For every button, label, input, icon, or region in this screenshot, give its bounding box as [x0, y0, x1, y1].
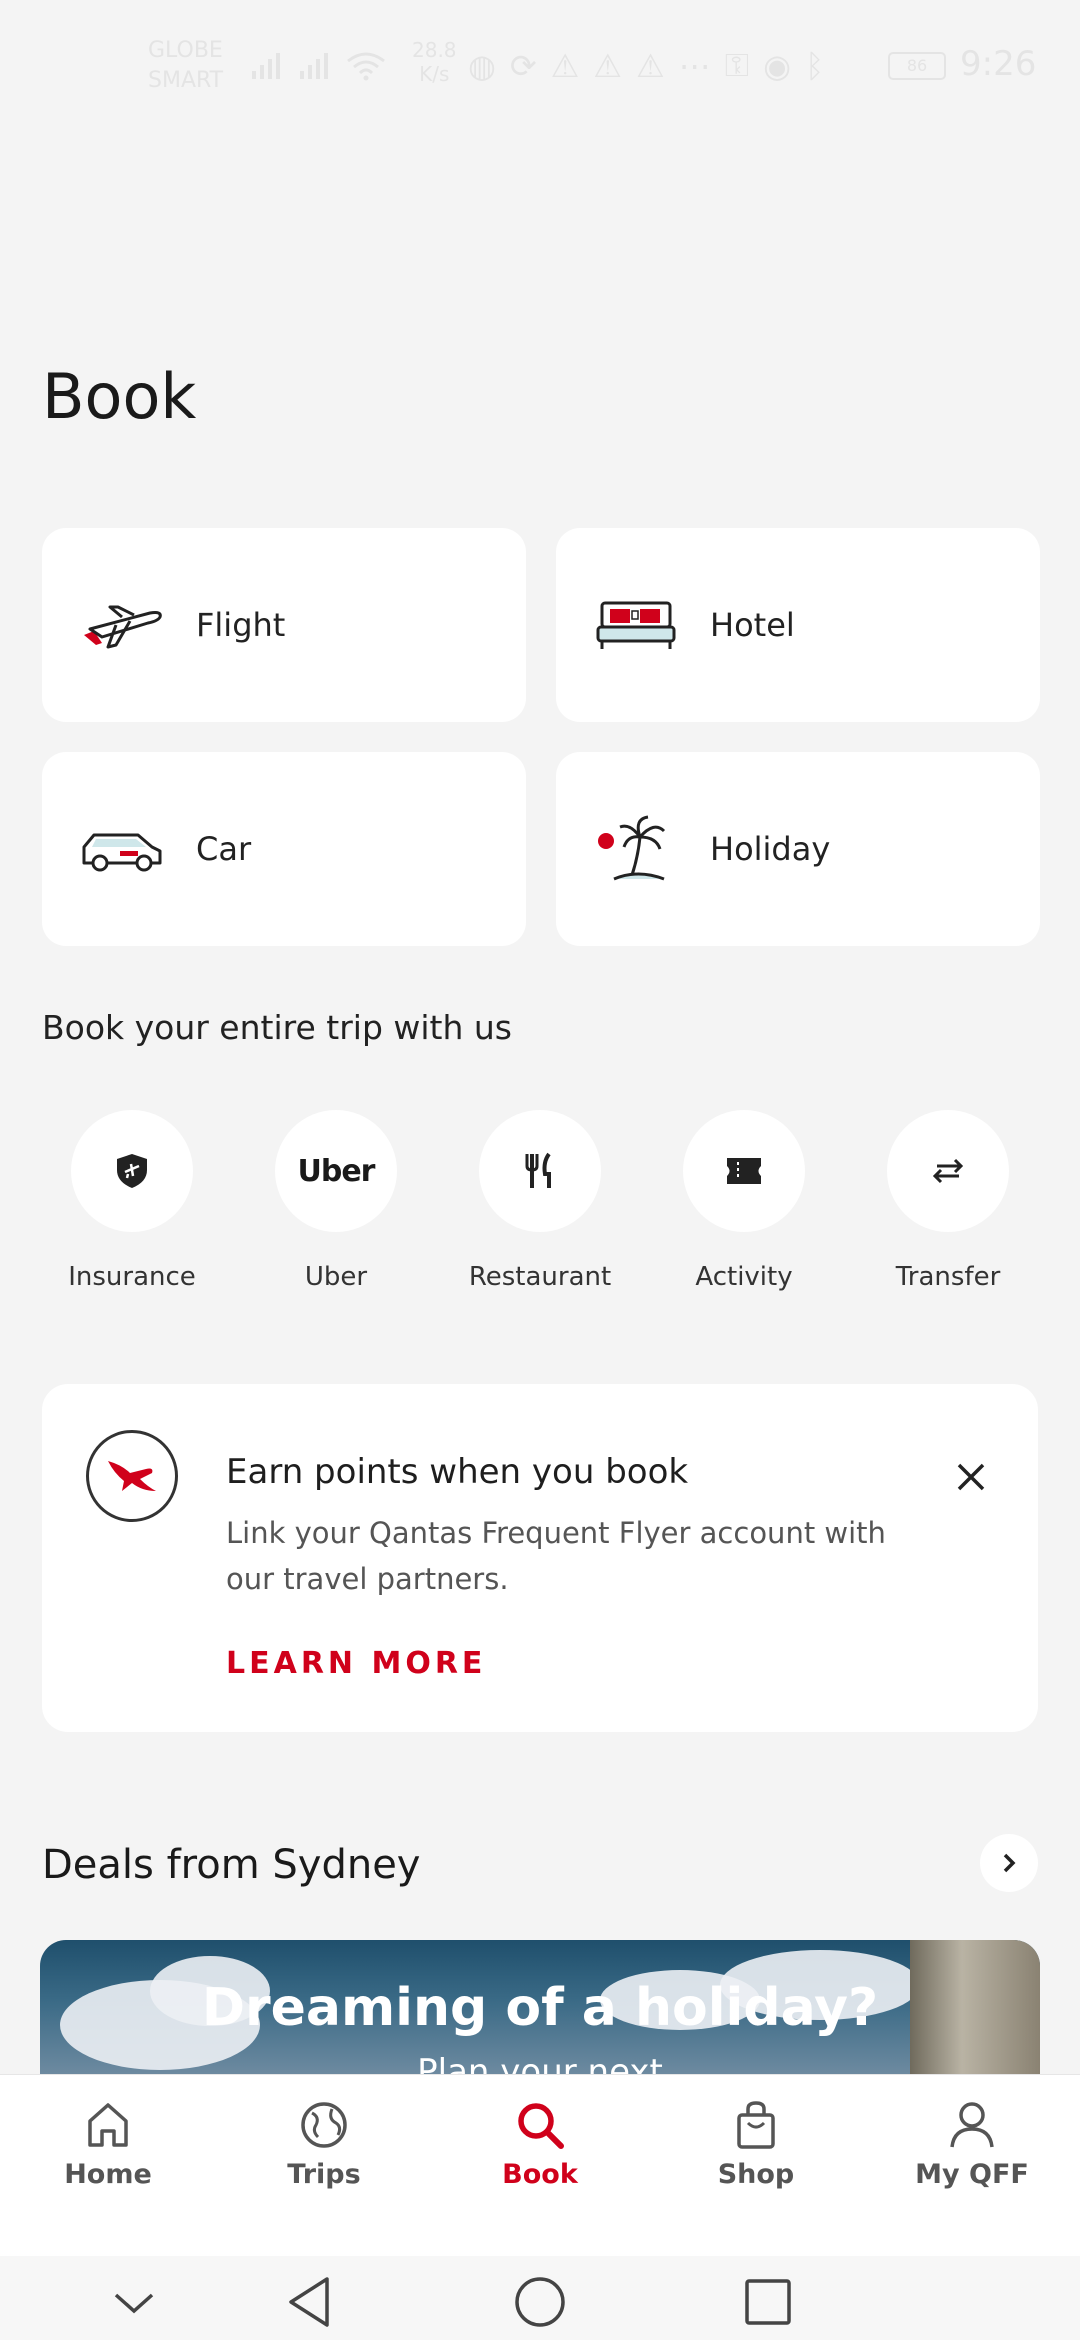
- search-icon: [518, 2103, 564, 2149]
- eye-icon: ◉: [763, 46, 792, 85]
- tile-label: Hotel: [710, 606, 795, 644]
- car-icon: [80, 819, 164, 879]
- extra-uber[interactable]: Uber Uber: [246, 1110, 426, 1292]
- extra-insurance[interactable]: Insurance: [42, 1110, 222, 1292]
- chevron-right-icon[interactable]: [980, 1834, 1038, 1892]
- wifi-icon: [347, 52, 385, 81]
- insurance-button[interactable]: [71, 1110, 193, 1232]
- tab-label: My QFF: [915, 2159, 1029, 2190]
- promo-body: Link your Qantas Frequent Flyer account …: [226, 1516, 886, 1596]
- network-speed: 28.8 K/s: [412, 38, 457, 86]
- tab-home[interactable]: Home: [0, 2075, 216, 2256]
- tab-shop[interactable]: Shop: [648, 2075, 864, 2256]
- promo-title: Earn points when you book: [226, 1452, 689, 1492]
- tab-label: Trips: [287, 2159, 361, 2190]
- transfer-button[interactable]: [887, 1110, 1009, 1232]
- status-bar: GLOBE SMART 28.8 K/s ◍ ⟳ ⚠ ⚠ ⚠ ⋯ ⚿ ◉ ᛒ 8…: [0, 0, 1080, 130]
- extra-label: Activity: [695, 1262, 793, 1292]
- page-title: Book: [42, 360, 197, 433]
- deals-title: Deals from Sydney: [42, 1842, 421, 1888]
- extra-restaurant[interactable]: Restaurant: [450, 1110, 630, 1292]
- person-icon: [950, 2102, 994, 2148]
- notification-icons: ◍ ⟳ ⚠ ⚠ ⚠ ⋯ ⚿ ◉ ᛒ: [468, 46, 824, 85]
- cutlery-icon: [525, 1152, 551, 1188]
- qantas-logo: [86, 1430, 178, 1522]
- flight-tile[interactable]: Flight: [42, 528, 526, 722]
- more-icon: ⋯: [678, 46, 711, 85]
- home-icon: [88, 2103, 128, 2147]
- battery-icon: 86: [888, 52, 946, 80]
- tile-label: Car: [196, 830, 252, 868]
- extras-heading: Book your entire trip with us: [42, 1008, 512, 1047]
- deals-banner[interactable]: Dreaming of a holiday? Plan your next: [40, 1940, 1040, 2074]
- warning-icon: ⚠: [636, 46, 665, 85]
- chevron-down-icon[interactable]: [104, 2272, 164, 2332]
- globe-status-icon: ◍: [468, 46, 496, 85]
- signal-icon: [252, 53, 280, 79]
- earn-points-card: Earn points when you book Link your Qant…: [42, 1384, 1038, 1732]
- activity-button[interactable]: [683, 1110, 805, 1232]
- shield-plane-icon: [117, 1154, 147, 1188]
- bluetooth-icon: ᛒ: [805, 46, 825, 85]
- shopping-bag-icon: [737, 2101, 775, 2149]
- bottom-tab-bar: Home Trips Book Shop My QFF: [0, 2074, 1080, 2256]
- system-nav-bar: [0, 2256, 1080, 2340]
- tab-trips[interactable]: Trips: [216, 2075, 432, 2256]
- warning-icon: ⚠: [550, 46, 580, 85]
- key-icon: ⚿: [724, 46, 750, 84]
- recents-square-icon[interactable]: [738, 2272, 798, 2332]
- bed-icon: [594, 595, 678, 655]
- palm-tree-icon: [594, 815, 678, 881]
- tab-book[interactable]: Book: [432, 2075, 648, 2256]
- extra-label: Restaurant: [468, 1262, 612, 1292]
- uber-logo: Uber: [297, 1153, 376, 1189]
- tab-my-qff[interactable]: My QFF: [864, 2075, 1080, 2256]
- warning-icon: ⚠: [593, 46, 623, 85]
- signal-icon: [300, 53, 328, 79]
- clock: 9:26: [960, 44, 1037, 84]
- tile-label: Flight: [196, 606, 286, 644]
- extra-label: Insurance: [68, 1262, 196, 1292]
- ticket-icon: [727, 1158, 761, 1184]
- home-circle-icon[interactable]: [510, 2272, 570, 2332]
- close-icon[interactable]: [946, 1452, 996, 1502]
- back-triangle-icon[interactable]: [280, 2272, 340, 2332]
- swap-arrows-icon: [932, 1158, 964, 1184]
- banner-subtitle: Plan your next: [417, 2052, 663, 2074]
- extra-label: Transfer: [895, 1262, 1001, 1292]
- car-tile[interactable]: Car: [42, 752, 526, 946]
- tab-label: Shop: [717, 2159, 795, 2190]
- globe-icon: [301, 2102, 347, 2148]
- uber-button[interactable]: Uber: [275, 1110, 397, 1232]
- extra-label: Uber: [304, 1262, 368, 1292]
- extra-activity[interactable]: Activity: [654, 1110, 834, 1292]
- sync-status-icon: ⟳: [509, 46, 537, 85]
- extra-transfer[interactable]: Transfer: [858, 1110, 1038, 1292]
- tab-label: Book: [502, 2159, 578, 2190]
- plane-icon: [80, 595, 164, 655]
- hotel-tile[interactable]: Hotel: [556, 528, 1040, 722]
- restaurant-button[interactable]: [479, 1110, 601, 1232]
- banner-title: Dreaming of a holiday?: [201, 1978, 879, 2038]
- extras-row: Insurance Uber Uber Restaurant Activity: [42, 1110, 1038, 1292]
- tile-label: Holiday: [710, 830, 831, 868]
- learn-more-link[interactable]: LEARN MORE: [226, 1646, 486, 1681]
- carrier-name: GLOBE SMART: [148, 38, 224, 93]
- signal-icons: [250, 46, 386, 86]
- tab-label: Home: [64, 2159, 152, 2190]
- holiday-tile[interactable]: Holiday: [556, 752, 1040, 946]
